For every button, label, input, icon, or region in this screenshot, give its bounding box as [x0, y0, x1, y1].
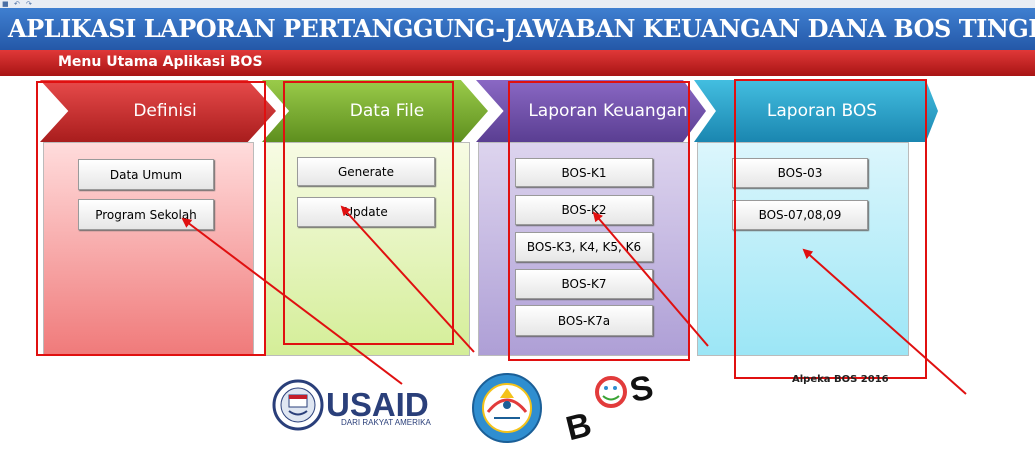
logos-area: USAID DARI RAKYAT AMERIKA B S: [272, 368, 657, 448]
bos-logo-b: B: [562, 405, 595, 448]
bos-logo-s: S: [627, 368, 657, 410]
tut-wuri-handayani-logo: [472, 373, 542, 443]
usaid-tagline: DARI RAKYAT AMERIKA: [341, 418, 431, 427]
bos-logo: B S: [562, 368, 656, 448]
usaid-logo: USAID DARI RAKYAT AMERIKA: [272, 379, 431, 431]
